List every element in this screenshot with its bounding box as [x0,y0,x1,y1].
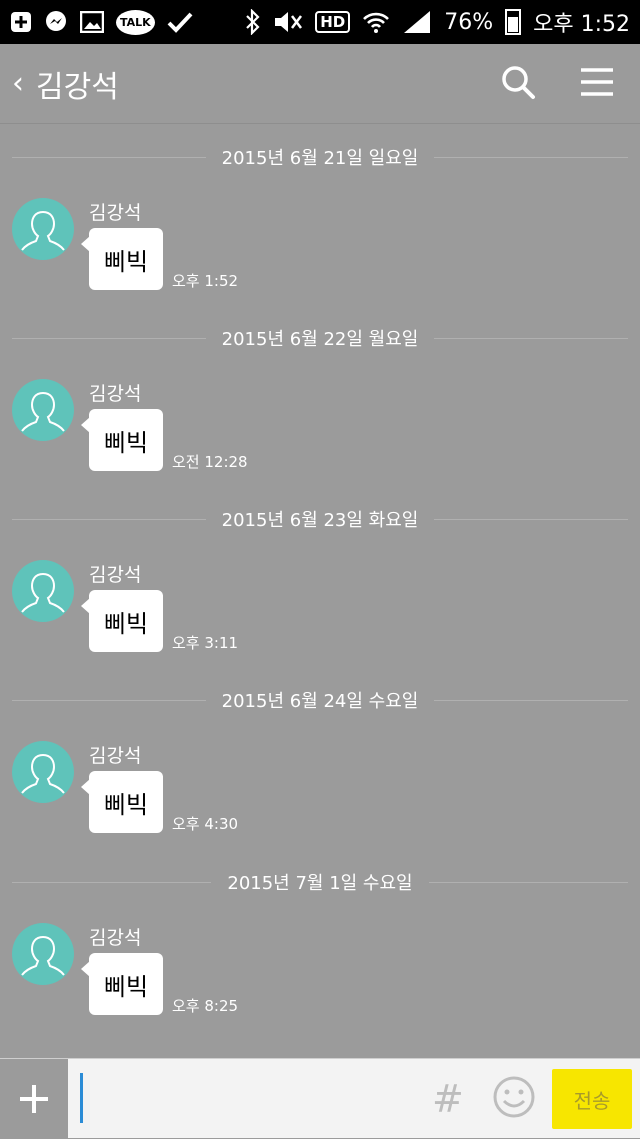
message-item: 김강석 삐빅 오후 4:30 [12,741,612,851]
avatar[interactable] [12,923,74,985]
chat-header: ‹ 김강석 [0,44,640,124]
hd-voice-icon: HD [315,11,351,33]
gallery-icon [80,11,104,33]
date-divider: 2015년 7월 1일 수요일 [12,867,628,897]
sender-name: 김강석 [89,745,142,767]
send-button[interactable]: 전송 [552,1069,632,1129]
menu-icon[interactable] [580,67,614,101]
header-actions [500,64,614,104]
plus-notification-icon [10,11,32,33]
kakaotalk-icon: TALK [116,9,155,35]
back-icon[interactable]: ‹ [12,66,24,101]
date-divider: 2015년 6월 21일 일요일 [12,142,629,172]
date-divider: 2015년 6월 23일 화요일 [12,504,629,534]
plus-icon [20,1085,48,1113]
avatar[interactable] [12,560,74,622]
message-time: 오전 12:28 [172,453,248,471]
status-bar: TALK HD 76% 오후 1:52 [0,0,640,44]
attach-plus-button[interactable] [0,1059,68,1139]
messenger-icon [44,10,68,34]
search-icon[interactable] [500,64,536,104]
date-label: 2015년 6월 24일 수요일 [221,691,419,712]
date-label: 2015년 6월 21일 일요일 [221,148,419,169]
wifi-icon [362,10,390,34]
sender-name: 김강석 [89,202,142,224]
clock: 오후 1:52 [533,12,630,37]
date-label: 2015년 7월 1일 수요일 [227,873,413,894]
hashtag-search-icon[interactable]: # [432,1077,464,1121]
message-time: 오후 3:11 [172,634,239,652]
battery-icon [505,9,522,35]
bluetooth-icon [245,9,261,35]
date-label: 2015년 6월 23일 화요일 [221,510,419,531]
message-time: 오후 4:30 [172,815,239,833]
message-bubble[interactable]: 삐빅 [81,771,163,833]
avatar[interactable] [12,198,74,260]
date-divider: 2015년 6월 22일 월요일 [12,323,629,353]
check-icon [167,11,193,33]
signal-icon [402,9,432,35]
date-label: 2015년 6월 22일 월요일 [221,329,419,350]
sender-name: 김강석 [89,927,142,949]
sender-name: 김강석 [89,564,142,586]
mute-icon [273,10,303,34]
avatar[interactable] [12,379,74,441]
message-bubble[interactable]: 삐빅 [81,953,163,1015]
status-bar-left: TALK [10,9,193,35]
message-bubble[interactable]: 삐빅 [81,228,163,290]
emoticon-icon[interactable] [492,1075,536,1123]
message-item: 김강석 삐빅 오후 8:25 [12,923,612,1033]
message-bubble[interactable]: 삐빅 [81,590,163,652]
message-item: 김강석 삐빅 오전 12:28 [12,379,612,489]
avatar[interactable] [12,741,74,803]
status-bar-right: HD 76% 오후 1:52 [245,6,630,38]
message-time: 오후 8:25 [172,997,239,1015]
message-item: 김강석 삐빅 오후 3:11 [12,560,612,670]
battery-percent: 76% [444,9,494,35]
message-bubble[interactable]: 삐빅 [81,409,163,471]
date-divider: 2015년 6월 24일 수요일 [12,685,629,715]
chat-log[interactable]: 2015년 6월 21일 일요일 김강석 삐빅 오후 1:52 2015년 6월… [0,124,640,1058]
message-input[interactable] [80,1073,410,1123]
message-input-bar: # 전송 [0,1058,640,1139]
message-item: 김강석 삐빅 오후 1:52 [12,198,612,308]
sender-name: 김강석 [89,383,142,405]
chat-title: 김강석 [36,69,119,105]
message-time: 오후 1:52 [172,272,239,290]
